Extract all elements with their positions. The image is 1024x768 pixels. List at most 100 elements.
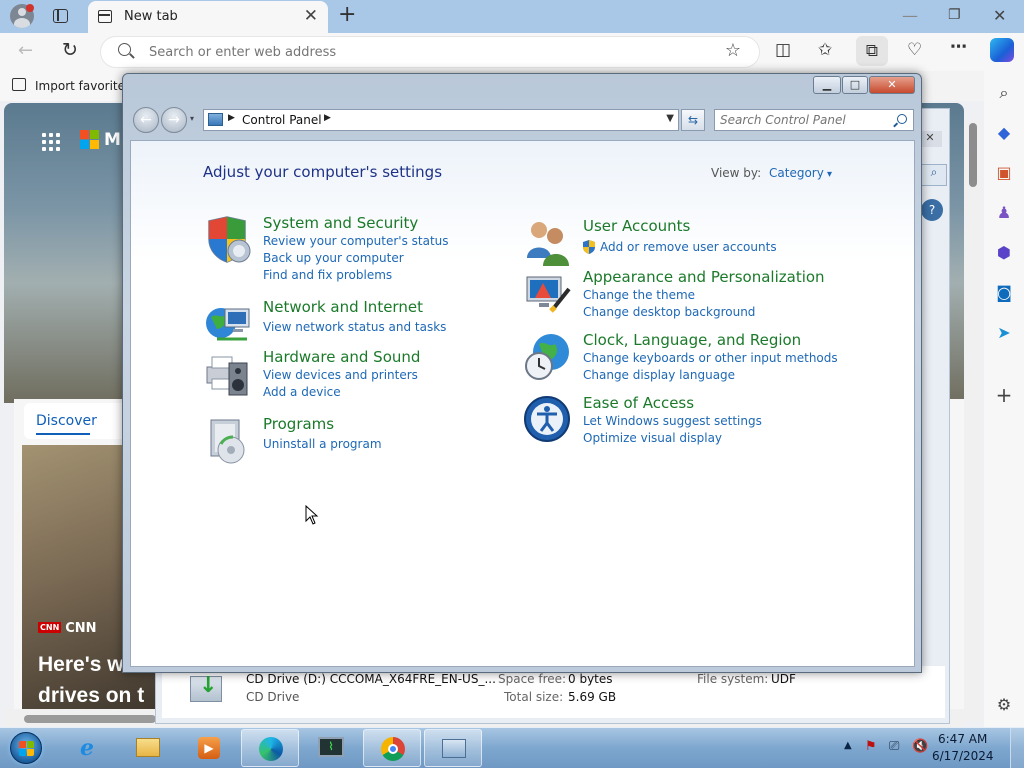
minimize-button[interactable]: ▁ <box>813 76 841 94</box>
category-link[interactable]: Change display language <box>583 368 735 382</box>
ease-of-access-icon[interactable] <box>523 395 573 445</box>
restore-button[interactable]: ❐ <box>948 7 961 23</box>
tab-close-icon[interactable]: ✕ <box>304 6 318 26</box>
search-icon[interactable]: ⌕ <box>994 83 1014 103</box>
users-icon[interactable] <box>523 218 573 268</box>
scrollbar-thumb[interactable] <box>969 123 977 187</box>
category-link[interactable]: Let Windows suggest settings <box>583 414 762 428</box>
category-link[interactable]: Optimize visual display <box>583 431 722 445</box>
breadcrumb-arrow-icon[interactable]: ▶ <box>228 113 235 123</box>
breadcrumb-arrow-icon[interactable]: ▶ <box>324 113 331 123</box>
action-center-flag-icon[interactable]: ⚑ <box>865 739 877 754</box>
taskbar-chrome[interactable] <box>363 729 421 767</box>
outlook-icon[interactable]: ◙ <box>994 283 1014 303</box>
recent-pages-dropdown-icon[interactable]: ▾ <box>190 114 194 123</box>
category-title[interactable]: Appearance and Personalization <box>583 268 825 286</box>
category-link[interactable]: Add a device <box>263 385 341 399</box>
network-icon[interactable]: ⎚ <box>889 739 899 754</box>
tools-briefcase-icon[interactable]: ▣ <box>994 163 1014 183</box>
shopping-tag-icon[interactable]: ◆ <box>994 123 1014 143</box>
category-link[interactable]: Uninstall a program <box>263 437 382 451</box>
back-button[interactable]: ← <box>18 40 33 61</box>
close-button[interactable]: ✕ <box>869 76 915 94</box>
split-screen-icon[interactable]: ◫ <box>775 40 791 60</box>
tab-actions-icon[interactable] <box>53 9 68 23</box>
category-title[interactable]: Ease of Access <box>583 394 694 412</box>
category-title[interactable]: Programs <box>263 415 334 433</box>
category-link[interactable]: Change keyboards or other input methods <box>583 351 838 365</box>
file-system-label: File system: <box>697 672 769 686</box>
start-button[interactable] <box>4 729 48 768</box>
category-link[interactable]: Review your computer's status <box>263 234 449 248</box>
network-globe-icon[interactable] <box>203 299 253 349</box>
shield-icon[interactable] <box>203 215 253 265</box>
import-favorites-link[interactable]: Import favorites <box>35 79 131 93</box>
favorites-icon[interactable]: ✩ <box>818 40 832 60</box>
monitor-paint-icon[interactable] <box>523 269 573 319</box>
address-dropdown-icon[interactable]: ▼ <box>666 113 674 124</box>
address-input[interactable] <box>149 45 709 60</box>
category-title[interactable]: User Accounts <box>583 217 690 235</box>
tab-new-tab[interactable]: New tab ✕ <box>88 1 328 33</box>
add-favorite-star-icon[interactable]: ☆ <box>725 40 741 61</box>
import-favorites-icon <box>12 78 26 91</box>
copilot-icon[interactable] <box>990 38 1014 62</box>
volume-muted-icon[interactable]: 🔇 <box>912 739 928 754</box>
vertical-scrollbar[interactable] <box>964 121 982 721</box>
programs-disc-icon[interactable] <box>203 416 253 466</box>
category-link[interactable]: Change the theme <box>583 288 695 302</box>
back-arrow-icon[interactable]: ← <box>133 107 159 133</box>
new-tab-button[interactable]: + <box>338 2 356 27</box>
help-icon[interactable]: ? <box>921 199 943 221</box>
tab-discover[interactable]: Discover <box>36 413 97 429</box>
category-title[interactable]: Hardware and Sound <box>263 348 420 366</box>
address-bar[interactable]: ☆ <box>100 36 760 68</box>
taskbar-edge[interactable] <box>241 729 299 767</box>
taskbar-media-player[interactable]: ▶ <box>180 729 238 767</box>
printer-speaker-icon[interactable] <box>203 349 253 399</box>
refresh-button[interactable]: ↻ <box>62 39 78 61</box>
taskbar-task-manager[interactable]: ⌇ <box>302 729 360 767</box>
category-link[interactable]: Change desktop background <box>583 305 755 319</box>
show-hidden-icons-icon[interactable]: ▲ <box>844 740 852 751</box>
globe-clock-icon[interactable] <box>523 332 573 382</box>
explorer-search-icon[interactable]: ⌕ <box>921 164 947 186</box>
forward-arrow-icon[interactable]: → <box>161 107 187 133</box>
settings-more-icon[interactable]: ⋯ <box>950 37 967 57</box>
category-link[interactable]: Find and fix problems <box>263 268 392 282</box>
category-link[interactable]: Back up your computer <box>263 251 404 265</box>
microsoft-365-icon[interactable]: ⬢ <box>994 243 1014 263</box>
sidebar-settings-gear-icon[interactable]: ⚙ <box>994 695 1014 715</box>
add-sidebar-app-icon[interactable]: + <box>994 385 1014 405</box>
category-title[interactable]: System and Security <box>263 214 418 232</box>
category-link[interactable]: View devices and printers <box>263 368 418 382</box>
category-user-accounts: User Accounts Add or remove user account… <box>523 217 843 268</box>
category-title[interactable]: Clock, Language, and Region <box>583 331 801 349</box>
scrollbar-thumb[interactable] <box>24 715 156 723</box>
search-icon[interactable] <box>897 114 907 124</box>
collections-icon[interactable]: ⧉ <box>856 36 888 66</box>
category-link[interactable]: Add or remove user accounts <box>600 240 777 254</box>
search-input[interactable] <box>720 113 890 127</box>
address-bar[interactable]: ▶ Control Panel ▶ ▼ <box>203 109 679 131</box>
app-launcher-icon[interactable] <box>42 133 62 153</box>
category-title[interactable]: Network and Internet <box>263 298 423 316</box>
clock-time[interactable]: 6:47 AM <box>938 732 987 746</box>
search-box[interactable] <box>714 109 914 131</box>
people-icon[interactable]: ♟ <box>994 203 1014 223</box>
show-desktop-button[interactable] <box>1010 728 1024 768</box>
refresh-button[interactable]: ⇆ <box>681 109 705 131</box>
send-drop-icon[interactable]: ➤ <box>994 323 1014 343</box>
minimize-button[interactable]: — <box>902 6 918 25</box>
taskbar-file-explorer[interactable] <box>119 729 177 767</box>
maximize-button[interactable]: □ <box>842 76 868 94</box>
browser-essentials-icon[interactable]: ♡ <box>907 40 922 60</box>
category-link[interactable]: View network status and tasks <box>263 320 446 334</box>
details-pane: CD Drive (D:) CCCOMA_X64FRE_EN-US_... CD… <box>162 666 945 718</box>
view-by-dropdown[interactable]: Category <box>769 166 832 180</box>
clock-date[interactable]: 6/17/2024 <box>932 749 994 763</box>
breadcrumb-control-panel[interactable]: Control Panel <box>242 113 322 127</box>
close-window-button[interactable]: ✕ <box>993 6 1006 25</box>
taskbar-internet-explorer[interactable]: e <box>58 729 116 767</box>
taskbar-control-panel[interactable] <box>424 729 482 767</box>
